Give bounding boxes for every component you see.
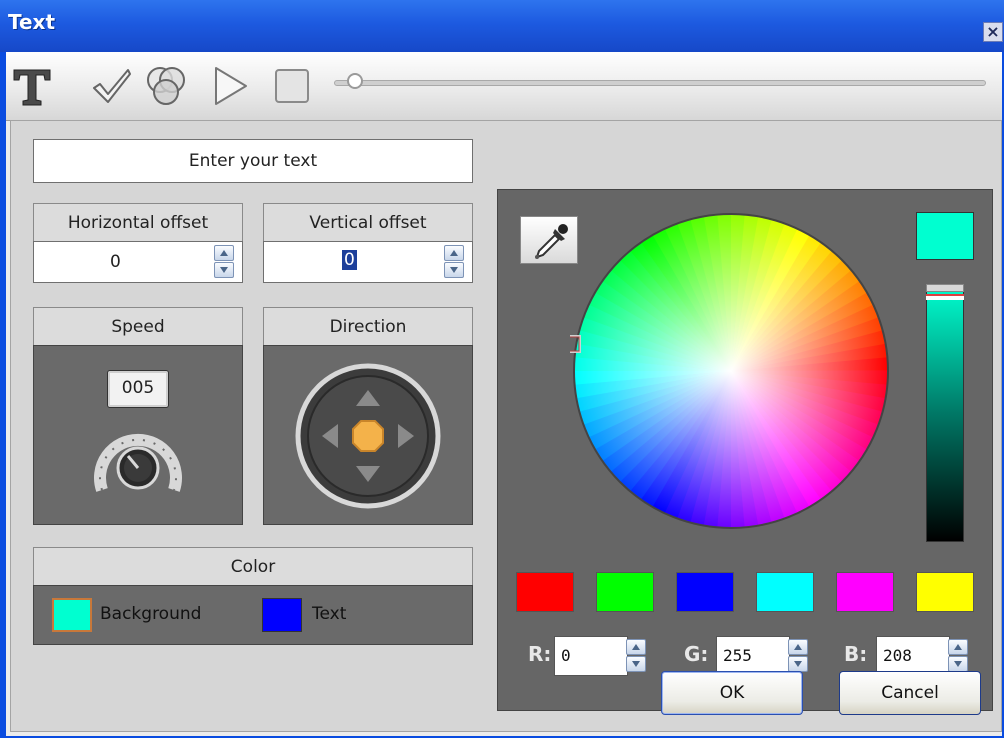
color-section-panel: Background Text	[33, 585, 473, 645]
g-spinner[interactable]	[788, 639, 808, 673]
stop-icon[interactable]	[268, 62, 316, 110]
close-button[interactable]: ×	[983, 22, 1003, 42]
dialog-client-area: Enter your text Horizontal offset 0 Vert…	[6, 52, 1002, 736]
spinner-up-icon[interactable]	[788, 639, 808, 655]
color-wheel[interactable]	[570, 210, 892, 532]
speed-value-display: 005	[107, 370, 169, 408]
speed-knob-icon[interactable]	[92, 420, 184, 498]
swatch-yellow[interactable]	[916, 572, 974, 612]
spinner-up-icon[interactable]	[444, 245, 464, 261]
speed-label: Speed	[33, 307, 243, 347]
text-color-swatch[interactable]	[262, 598, 302, 632]
checkmark-icon[interactable]	[88, 62, 136, 110]
spinner-down-icon[interactable]	[788, 656, 808, 672]
play-icon[interactable]	[206, 62, 254, 110]
direction-label: Direction	[263, 307, 473, 347]
direction-panel	[263, 345, 473, 525]
text-tool-icon[interactable]	[8, 62, 56, 110]
color-picker-panel: R: 0 G: 255 B: 208	[497, 189, 993, 711]
r-input[interactable]: 0	[554, 636, 628, 676]
ok-button[interactable]: OK	[661, 671, 803, 715]
color-section-label: Color	[33, 547, 473, 587]
spinner-down-icon[interactable]	[626, 656, 646, 672]
speed-panel: 005	[33, 345, 243, 525]
title-bar[interactable]: Text ×	[0, 0, 1004, 52]
text-entry-field[interactable]: Enter your text	[33, 139, 473, 183]
brightness-slider-handle[interactable]	[926, 294, 964, 300]
vertical-offset-field[interactable]: 0	[263, 241, 473, 283]
horizontal-offset-label: Horizontal offset	[33, 203, 243, 243]
toolbar	[6, 52, 1002, 121]
r-spinner[interactable]	[626, 639, 646, 673]
background-label: Background	[100, 604, 202, 624]
r-value: 0	[561, 646, 571, 665]
text-color-label: Text	[312, 604, 347, 624]
swatch-blue[interactable]	[676, 572, 734, 612]
horizontal-offset-value: 0	[110, 252, 121, 272]
background-color-swatch[interactable]	[52, 598, 92, 632]
spinner-up-icon[interactable]	[626, 639, 646, 655]
horizontal-offset-spinner[interactable]	[214, 245, 234, 279]
current-color-preview	[916, 212, 974, 260]
window-title: Text	[8, 10, 56, 34]
spinner-down-icon[interactable]	[444, 262, 464, 278]
g-label: G:	[684, 642, 709, 666]
playback-slider-track[interactable]	[334, 80, 986, 86]
eyedropper-icon	[535, 224, 568, 259]
vertical-offset-value: 0	[342, 250, 357, 270]
spinner-up-icon[interactable]	[214, 245, 234, 261]
text-dialog-window: Text × Enter your text Horizontal offset…	[0, 0, 1004, 738]
b-label: B:	[844, 642, 868, 666]
horizontal-offset-field[interactable]: 0	[33, 241, 243, 283]
spinner-down-icon[interactable]	[214, 262, 234, 278]
color-blend-icon[interactable]	[142, 62, 190, 110]
spinner-up-icon[interactable]	[948, 639, 968, 655]
text-entry-placeholder: Enter your text	[188, 151, 318, 171]
g-input[interactable]: 255	[716, 636, 790, 676]
brightness-slider-handle-top[interactable]	[926, 284, 964, 292]
vertical-offset-spinner[interactable]	[444, 245, 464, 279]
direction-pad[interactable]	[294, 362, 442, 510]
swatch-red[interactable]	[516, 572, 574, 612]
playback-slider-thumb[interactable]	[347, 73, 364, 89]
b-value: 208	[883, 646, 912, 665]
g-value: 255	[723, 646, 752, 665]
brightness-slider[interactable]	[926, 284, 964, 542]
swatch-cyan[interactable]	[756, 572, 814, 612]
r-label: R:	[528, 642, 552, 666]
spinner-down-icon[interactable]	[948, 656, 968, 672]
b-input[interactable]: 208	[876, 636, 950, 676]
b-spinner[interactable]	[948, 639, 968, 673]
main-panel: Enter your text Horizontal offset 0 Vert…	[10, 120, 1002, 732]
cancel-button[interactable]: Cancel	[839, 671, 981, 715]
vertical-offset-label: Vertical offset	[263, 203, 473, 243]
swatch-magenta[interactable]	[836, 572, 894, 612]
swatch-green[interactable]	[596, 572, 654, 612]
